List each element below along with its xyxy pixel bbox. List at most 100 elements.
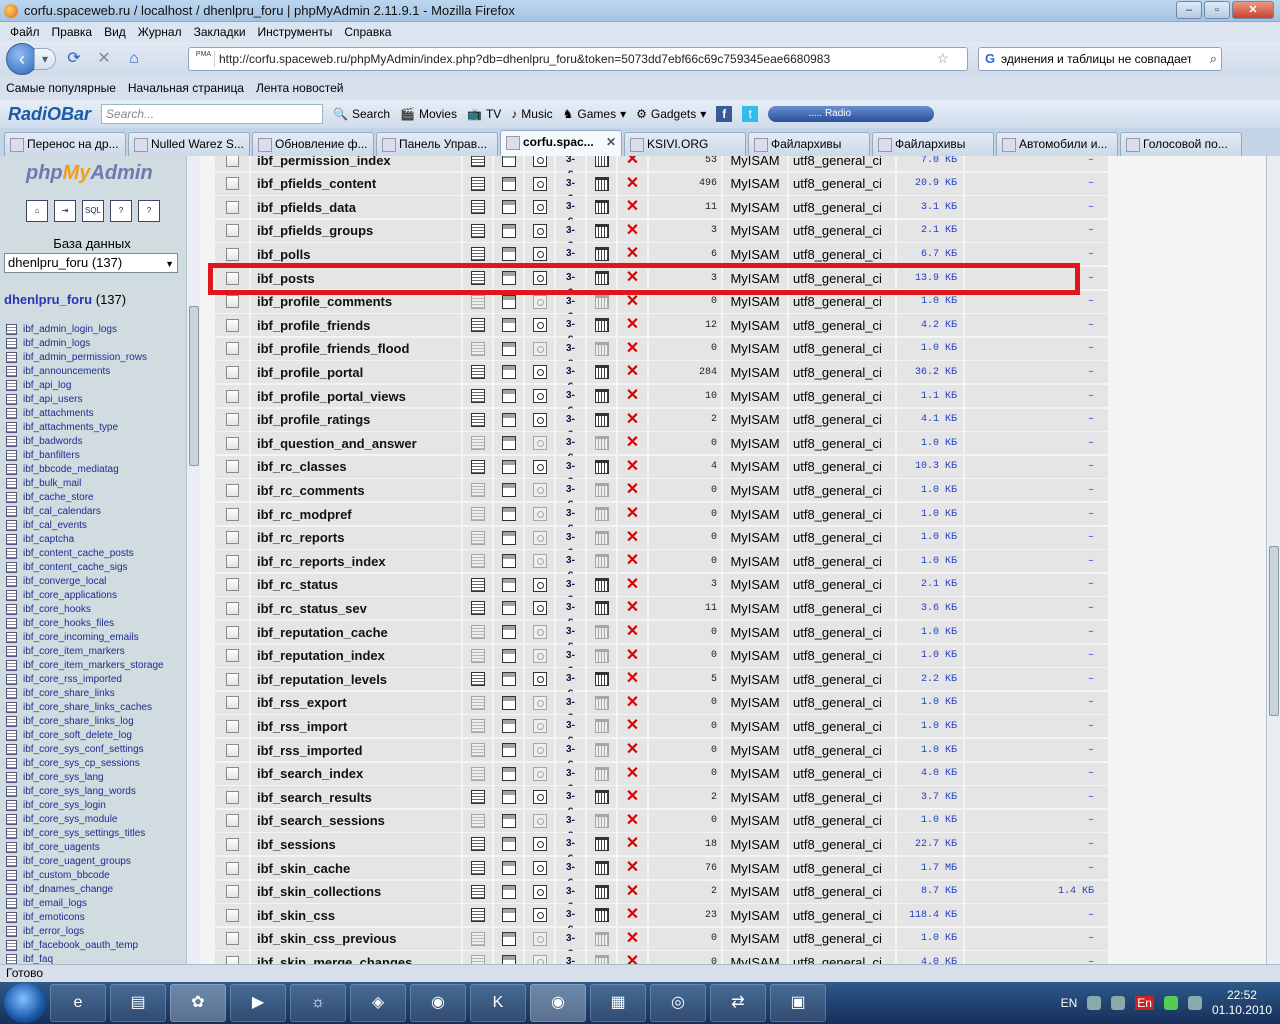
drop-icon[interactable]: ✕ [626,317,640,333]
search-icon[interactable] [532,790,547,805]
table-size[interactable]: 1.1 КБ [897,385,965,407]
chrome-taskbar-icon[interactable]: ◎ [650,984,706,1022]
table-size[interactable]: 1.0 КБ [897,526,965,549]
drop-icon[interactable]: ✕ [626,293,640,309]
sidebar-table-item[interactable]: ibf_core_sys_conf_settings [6,742,186,756]
search-icon[interactable] [532,389,547,403]
table-size[interactable]: 1.0 КБ [897,550,965,573]
browse-icon[interactable] [470,247,485,262]
table-name[interactable]: ibf_reputation_index [251,644,463,667]
drop-icon[interactable]: ✕ [626,671,640,687]
search-icon[interactable] [532,156,547,167]
table-name[interactable]: ibf_rss_import [251,715,463,738]
sidebar-table-item[interactable]: ibf_core_incoming_emails [6,630,186,644]
drop-icon[interactable]: ✕ [626,222,640,238]
search-icon[interactable] [532,365,547,380]
drop-icon[interactable]: ✕ [626,883,640,899]
drop-icon[interactable]: ✕ [626,860,640,876]
table-size[interactable]: 1.0 КБ [897,715,965,738]
drop-icon[interactable]: ✕ [626,812,640,828]
browse-icon[interactable] [470,790,485,805]
radiobar-gadgets[interactable]: ⚙ Gadgets ▾ [636,107,706,121]
insert-icon[interactable]: 3-c [564,413,578,439]
table-name[interactable]: ibf_profile_friends_flood [251,337,463,360]
browse-icon[interactable] [470,813,485,828]
search-icon[interactable] [532,483,547,498]
row-checkbox[interactable] [225,436,239,450]
row-checkbox[interactable] [225,767,239,781]
structure-icon[interactable] [501,743,516,757]
drop-icon[interactable]: ✕ [626,458,640,474]
ie-taskbar-icon[interactable]: e [50,984,106,1022]
sidebar-table-item[interactable]: ibf_core_sys_settings_titles [6,826,186,840]
sidebar-table-item[interactable]: ibf_core_share_links_caches [6,700,186,714]
browse-icon[interactable] [470,176,485,191]
table-size[interactable]: 1.0 КБ [897,290,965,313]
sidebar-table-item[interactable]: ibf_core_hooks_files [6,616,186,630]
drop-icon[interactable]: ✕ [626,600,640,616]
search-icon[interactable] [532,625,547,639]
insert-icon[interactable]: 3-c [564,743,578,769]
empty-table-icon[interactable] [594,837,609,852]
start-button[interactable] [4,983,46,1023]
empty-table-icon[interactable] [594,766,609,781]
table-size[interactable]: 1.0 КБ [897,691,965,714]
tray-icon[interactable] [1111,996,1126,1010]
sidebar-table-item[interactable]: ibf_cal_calendars [6,504,186,518]
search-icon[interactable] [532,176,547,191]
search-icon[interactable] [532,294,547,309]
structure-icon[interactable] [501,200,516,215]
network-taskbar-icon[interactable]: ▦ [590,984,646,1022]
search-icon[interactable] [532,577,547,592]
browse-icon[interactable] [470,695,485,710]
bookmark-news-feed[interactable]: Лента новостей [256,81,344,95]
table-name[interactable]: ibf_search_index [251,762,463,785]
sidebar-table-item[interactable]: ibf_core_uagent_groups [6,854,186,868]
structure-icon[interactable] [501,837,516,852]
structure-icon[interactable] [501,813,516,828]
sidebar-table-item[interactable]: ibf_core_uagents [6,840,186,854]
empty-table-icon[interactable] [594,790,609,805]
sidebar-table-item[interactable]: ibf_api_users [6,392,186,406]
search-icon[interactable] [532,412,547,427]
radiobar-tv[interactable]: 📺 TV [467,107,501,121]
radiobar-music[interactable]: ♪ Music [511,107,552,121]
explorer-taskbar-icon[interactable]: ▤ [110,984,166,1022]
empty-table-icon[interactable] [594,365,609,380]
insert-icon[interactable]: 3-c [564,554,578,580]
sidebar-table-item[interactable]: ibf_attachments_type [6,420,186,434]
table-name[interactable]: ibf_rss_imported [251,739,463,761]
browse-icon[interactable] [470,483,485,498]
table-name[interactable]: ibf_rss_export [251,691,463,714]
empty-table-icon[interactable] [594,223,609,238]
table-name[interactable]: ibf_rc_classes [251,455,463,478]
minimize-button[interactable]: – [1176,1,1202,19]
table-name[interactable]: ibf_skin_css [251,904,463,927]
empty-table-icon[interactable] [594,884,609,899]
row-checkbox[interactable] [225,460,239,474]
radiobar-search-input[interactable]: Search... [101,104,324,124]
menu-tools[interactable]: Инструменты [252,25,339,39]
row-checkbox[interactable] [225,531,239,545]
table-name[interactable]: ibf_rc_modpref [251,503,463,525]
sidebar-table-item[interactable]: ibf_admin_permission_rows [6,350,186,364]
browse-icon[interactable] [470,884,485,899]
structure-icon[interactable] [501,931,516,946]
phpmyadmin-logo[interactable]: phpMyAdmin [26,162,153,185]
structure-icon[interactable] [501,766,516,781]
table-name[interactable]: ibf_sessions [251,833,463,856]
structure-icon[interactable] [501,412,516,427]
row-checkbox[interactable] [225,601,239,615]
menu-bookmarks[interactable]: Закладки [188,25,252,39]
empty-table-icon[interactable] [594,483,609,498]
installer-taskbar-icon[interactable]: ▣ [770,984,826,1022]
drop-icon[interactable]: ✕ [626,647,640,663]
sidebar-scrollbar[interactable] [186,156,200,964]
home-icon[interactable]: ⌂ [26,200,48,222]
insert-icon[interactable]: 3-c [564,625,578,651]
empty-table-icon[interactable] [594,577,609,592]
search-box[interactable]: G эдинения и таблицы не совпадает: ⌕ [978,47,1222,71]
empty-table-icon[interactable] [594,813,609,828]
table-size[interactable]: 6.7 КБ [897,243,965,266]
insert-icon[interactable]: 3-c [564,177,578,203]
